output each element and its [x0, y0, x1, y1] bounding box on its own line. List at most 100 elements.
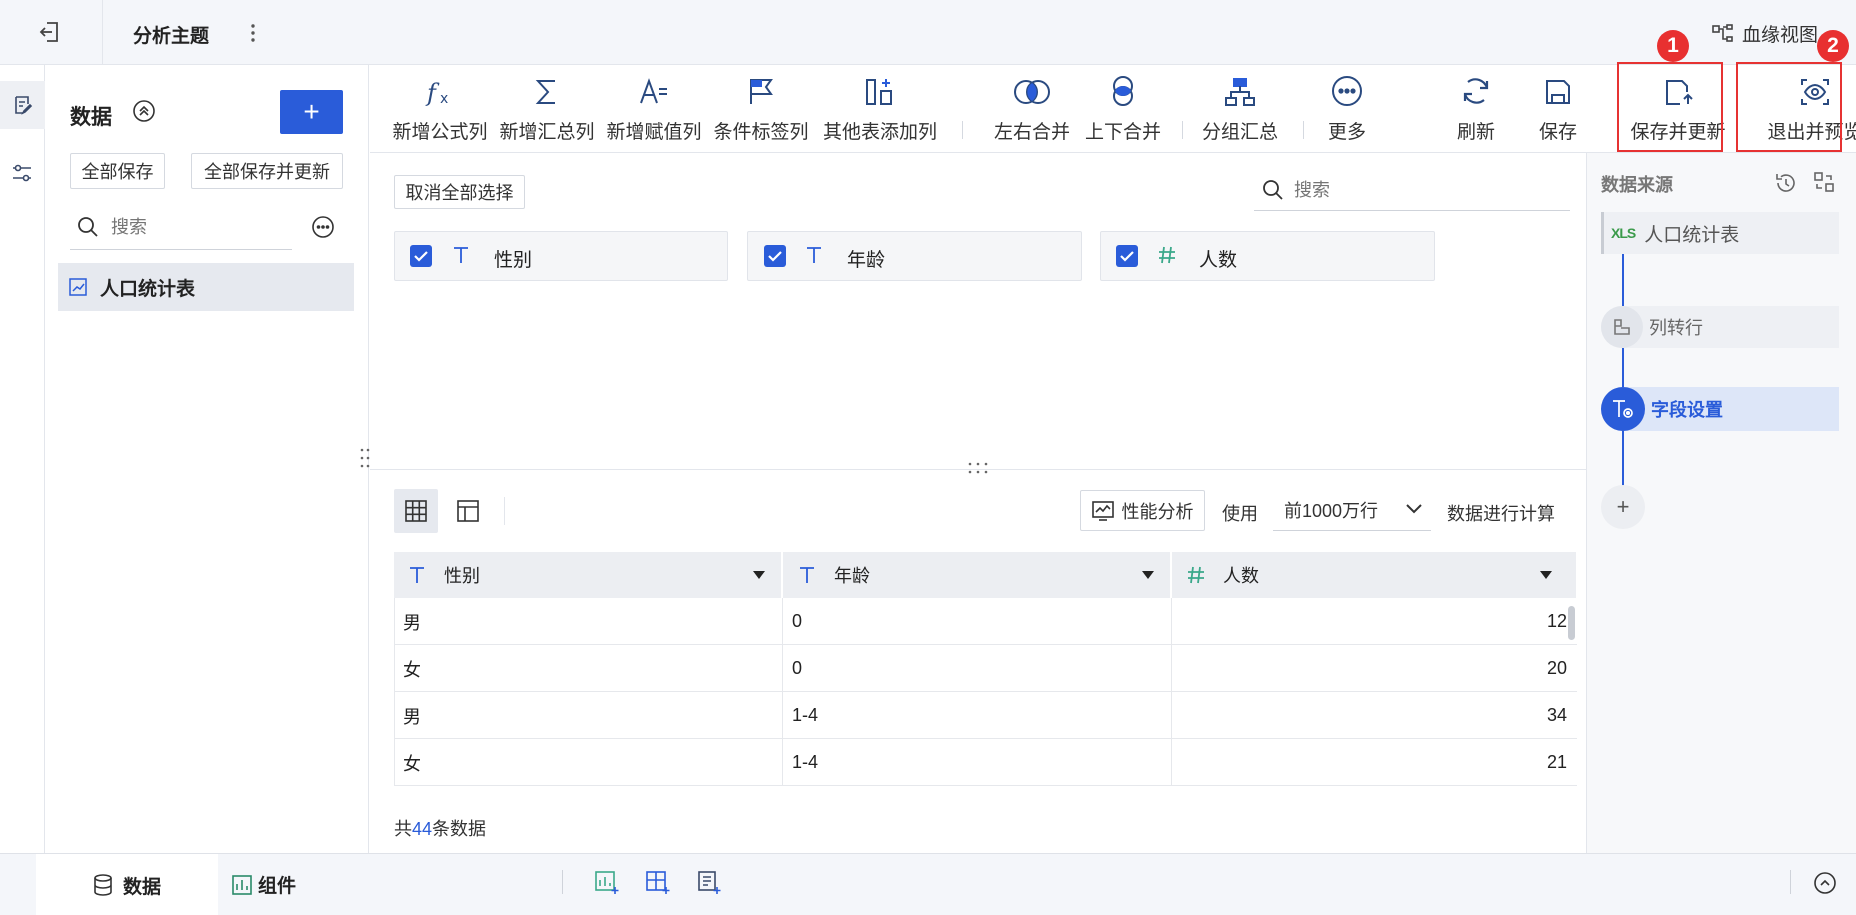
panel-search-input[interactable] [111, 213, 291, 241]
grid-view-icon[interactable] [394, 489, 438, 533]
field-name: 人数 [1199, 250, 1238, 271]
add-button[interactable]: + [280, 90, 343, 134]
add-column-from-other-table-button[interactable]: 其他表添加列 [822, 65, 938, 153]
field-name: 性别 [494, 250, 533, 271]
data-edit-icon[interactable] [0, 81, 45, 129]
up-down-merge-button[interactable]: 上下合并 [1075, 65, 1171, 153]
exit-icon[interactable] [38, 20, 62, 44]
checkbox-checked-icon[interactable] [1116, 245, 1138, 267]
left-rail [0, 65, 45, 853]
lineage-view-button[interactable]: 血缘视图 [1712, 20, 1818, 47]
checkbox-checked-icon[interactable] [764, 245, 786, 267]
save-disk-icon [1543, 65, 1573, 111]
dropdown-arrow-icon[interactable] [1540, 571, 1552, 579]
number-type-icon [1158, 246, 1176, 264]
history-icon[interactable] [1774, 171, 1798, 195]
add-text-icon[interactable] [697, 871, 721, 895]
text-type-icon [806, 246, 822, 264]
field-card-count[interactable]: 人数 [1100, 231, 1435, 281]
top-bar: 分析主题 血缘视图 [0, 0, 1856, 65]
bar-chart-icon [232, 874, 252, 895]
condition-label-column-button[interactable]: 条件标签列 [714, 65, 809, 153]
table-row: 女 1-4 21 [394, 739, 1577, 786]
total-count: 共44条数据 [394, 819, 487, 839]
sigma-icon [533, 65, 561, 111]
performance-chart-icon [1091, 500, 1114, 521]
step-item-unpivot[interactable]: 列转行 [1601, 306, 1839, 348]
table-row: 女 0 20 [394, 645, 1577, 692]
tab-data[interactable]: 数据 [36, 854, 218, 915]
highlight-exit-preview [1736, 62, 1842, 152]
save-all-update-button[interactable]: 全部保存并更新 [191, 153, 343, 189]
new-formula-column-button[interactable]: fx 新增公式列 [393, 65, 488, 153]
dropdown-arrow-icon[interactable] [753, 571, 765, 579]
table-row: 男 1-4 34 [394, 692, 1577, 739]
field-settings-icon [1601, 387, 1645, 431]
add-table-icon[interactable] [646, 871, 670, 895]
bottom-bar: 数据 组件 [0, 853, 1856, 915]
step-badge-2: 2 [1817, 30, 1849, 62]
database-icon [93, 874, 113, 896]
field-card-gender[interactable]: 性别 [394, 231, 728, 281]
flag-icon [746, 65, 776, 111]
expand-up-icon[interactable] [1813, 871, 1837, 895]
settings-sliders-icon[interactable] [11, 162, 33, 184]
refresh-button[interactable]: 刷新 [1446, 65, 1506, 153]
calc-label: 数据进行计算 [1447, 504, 1555, 524]
more-horizontal-icon[interactable] [311, 215, 335, 239]
column-header-gender[interactable]: 性别 [394, 552, 782, 598]
add-column-icon [864, 65, 896, 111]
page-title: 分析主题 [133, 26, 210, 47]
number-type-icon [1187, 566, 1205, 584]
use-label: 使用 [1222, 504, 1258, 524]
vertical-resize-handle-icon[interactable] [966, 461, 990, 475]
svg-text:x: x [440, 91, 448, 107]
highlight-save-update [1617, 62, 1723, 152]
swap-layout-icon[interactable] [1813, 171, 1835, 193]
source-item[interactable]: XLS 人口统计表 [1601, 212, 1839, 254]
more-vertical-icon[interactable] [247, 22, 259, 44]
save-button[interactable]: 保存 [1528, 65, 1588, 153]
table-list-item[interactable]: 人口统计表 [58, 263, 354, 311]
step-item-field-settings[interactable]: 字段设置 [1601, 387, 1839, 431]
hierarchy-icon [1223, 65, 1257, 111]
row-limit-select[interactable]: 前1000万行 [1273, 489, 1431, 531]
field-search-input[interactable] [1294, 176, 1574, 204]
dropdown-arrow-icon[interactable] [1142, 571, 1154, 579]
add-chart-icon[interactable] [595, 871, 619, 895]
group-summary-button[interactable]: 分组汇总 [1194, 65, 1286, 153]
svg-text:f: f [425, 79, 440, 107]
performance-analysis-button[interactable]: 性能分析 [1080, 490, 1205, 531]
new-assign-column-button[interactable]: 新增赋值列 [607, 65, 702, 153]
layout-view-icon[interactable] [457, 500, 479, 522]
field-name: 年龄 [847, 250, 886, 271]
deselect-all-button[interactable]: 取消全部选择 [394, 175, 525, 209]
field-card-age[interactable]: 年龄 [747, 231, 1082, 281]
table-scrollbar[interactable] [1568, 606, 1575, 640]
excel-icon: XLS [1611, 225, 1636, 241]
checkbox-checked-icon[interactable] [410, 245, 432, 267]
unpivot-icon [1601, 306, 1643, 348]
text-type-icon [799, 566, 815, 584]
collapse-up-icon[interactable] [132, 99, 156, 123]
left-right-merge-button[interactable]: 左右合并 [984, 65, 1080, 153]
add-step-button[interactable]: + [1601, 485, 1645, 529]
more-circle-icon [1331, 65, 1363, 111]
main-search-icon [1262, 179, 1284, 201]
lineage-icon [1712, 23, 1734, 44]
text-type-icon [453, 246, 469, 264]
search-icon [77, 216, 99, 238]
line-chart-icon [68, 277, 88, 297]
column-header-age[interactable]: 年龄 [783, 552, 1171, 598]
chevron-down-icon [1405, 503, 1423, 515]
column-header-count[interactable]: 人数 [1172, 552, 1577, 598]
more-button[interactable]: 更多 [1309, 65, 1385, 153]
lineage-label: 血缘视图 [1742, 25, 1819, 46]
new-summary-column-button[interactable]: 新增汇总列 [500, 65, 595, 153]
stack-merge-icon [1107, 65, 1139, 111]
text-type-icon [409, 566, 425, 584]
data-panel: 数据 + 全部保存 全部保存并更新 人口统计表 [45, 65, 370, 853]
tab-component[interactable]: 组件 [232, 871, 296, 898]
save-all-button[interactable]: 全部保存 [70, 153, 165, 189]
table-item-label: 人口统计表 [100, 278, 196, 300]
